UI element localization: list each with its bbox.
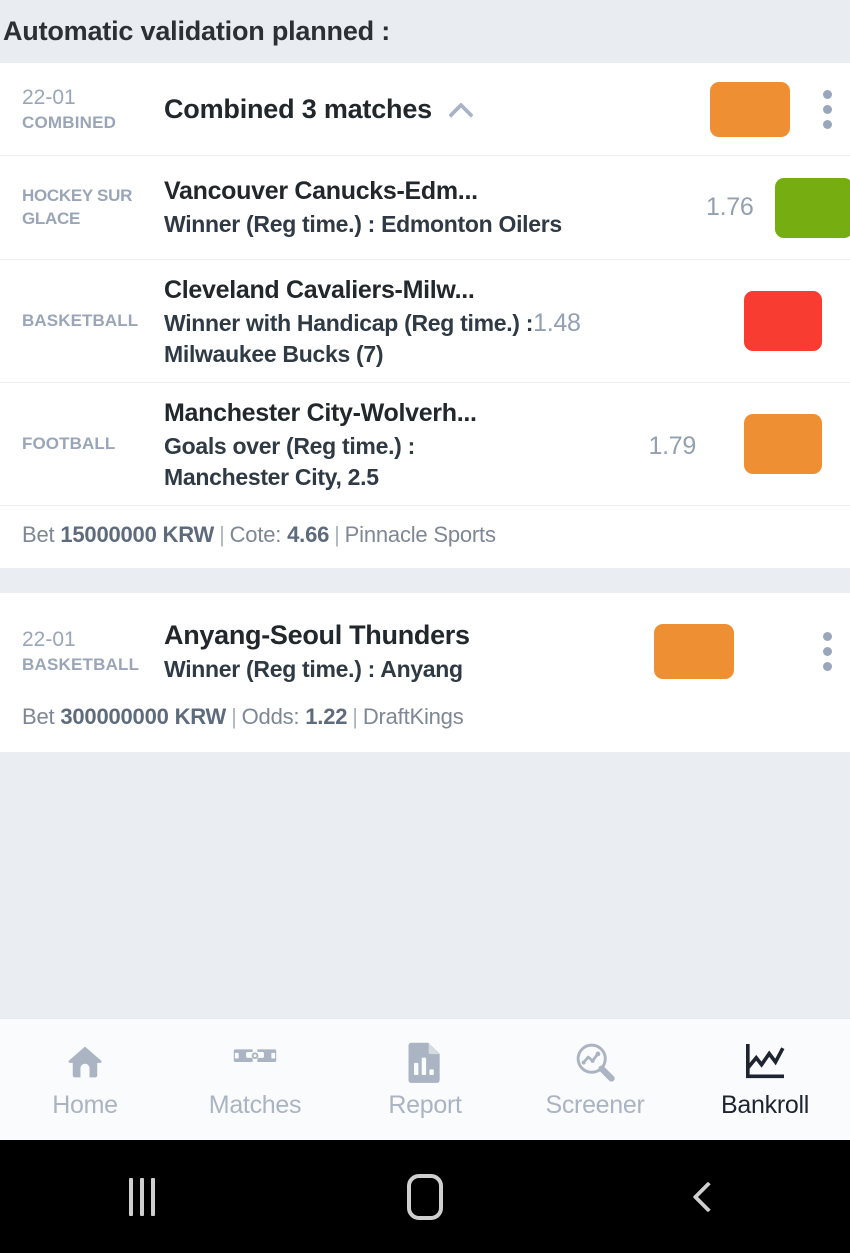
- single-category: BASKETBALL: [22, 654, 140, 674]
- nav-label-report: Report: [388, 1091, 462, 1119]
- bookmaker: Pinnacle Sports: [344, 522, 496, 547]
- combined-title-wrap[interactable]: Combined 3 matches: [164, 94, 710, 125]
- bet-label: Bet: [22, 703, 55, 729]
- match-body: Cleveland Cavaliers-Milw... Winner with …: [164, 274, 702, 368]
- system-recents-button[interactable]: [0, 1177, 283, 1216]
- combined-header-row[interactable]: 22-01 COMBINED Combined 3 matches: [0, 63, 850, 155]
- match-sport-label: HOCKEY SUR GLACE: [22, 185, 133, 228]
- match-bet-text-line2: Manchester City, 2.5: [164, 464, 379, 490]
- match-title: Manchester City-Wolverh...: [164, 399, 477, 427]
- footer-separator: |: [231, 703, 237, 729]
- home-square-icon: [406, 1173, 443, 1220]
- app-root: Automatic validation planned : 22-01 COM…: [0, 0, 850, 1253]
- match-right-block: 1.76: [702, 177, 850, 238]
- match-bet-text: Goals over (Reg time.) :: [164, 433, 415, 460]
- match-odd: 1.76: [706, 193, 754, 221]
- system-home-button[interactable]: [283, 1173, 566, 1220]
- match-body: Vancouver Canucks-Edm... Winner (Reg tim…: [164, 175, 702, 239]
- match-title: Vancouver Canucks-Edm...: [164, 177, 478, 206]
- nav-item-screener[interactable]: Screener: [510, 1019, 680, 1140]
- footer-separator-2: |: [352, 703, 358, 729]
- single-date-column: 22-01 BASKETBALL: [22, 626, 140, 676]
- match-bet-line: Goals over (Reg time.) : 1.79: [164, 430, 696, 464]
- odds-value: 1.22: [305, 703, 348, 729]
- magnifier-chart-icon: [572, 1039, 618, 1085]
- match-odd: 1.48: [533, 309, 581, 338]
- home-icon: [63, 1039, 107, 1085]
- bookmaker: DraftKings: [362, 703, 464, 729]
- combined-category: COMBINED: [22, 112, 117, 132]
- nav-item-report[interactable]: Report: [340, 1019, 510, 1140]
- combined-bet-card[interactable]: 22-01 COMBINED Combined 3 matches HOCKEY…: [0, 63, 850, 568]
- match-odd: 1.79: [648, 432, 697, 461]
- bet-label: Bet: [22, 522, 55, 547]
- line-chart-icon: [742, 1039, 788, 1085]
- match-status-swatch: [775, 177, 850, 238]
- match-bet-text-line2: Milwaukee Bucks (7): [164, 341, 384, 367]
- match-sport-label: BASKETBALL: [22, 310, 139, 330]
- match-sport-label: FOOTBALL: [22, 433, 116, 453]
- odds-label: Odds:: [241, 703, 300, 729]
- odds-value: 4.66: [287, 522, 330, 547]
- android-system-bar: [0, 1140, 850, 1253]
- match-row[interactable]: FOOTBALL Manchester City-Wolverh... Goal…: [0, 382, 850, 505]
- combined-date-column: 22-01 COMBINED: [22, 84, 138, 134]
- match-body: Manchester City-Wolverh... Goals over (R…: [164, 397, 702, 491]
- bottom-navigation: Home Matches Report Screener Bankroll: [0, 1018, 850, 1140]
- odds-label: Cote:: [229, 522, 282, 547]
- single-bet-card[interactable]: 22-01 BASKETBALL Anyang-Seoul Thunders W…: [0, 593, 850, 752]
- combined-date: 22-01: [22, 85, 76, 109]
- match-status-swatch: [744, 414, 822, 474]
- combined-status-swatch: [710, 81, 790, 137]
- chevron-up-icon[interactable]: [450, 101, 476, 117]
- match-row[interactable]: BASKETBALL Cleveland Cavaliers-Milw... W…: [0, 259, 850, 382]
- match-bet-line: Winner (Reg time.) : Edmonton Oilers: [164, 209, 696, 240]
- single-body: Anyang-Seoul Thunders Winner (Reg time.)…: [164, 617, 654, 686]
- nav-label-home: Home: [52, 1091, 118, 1119]
- match-right-block: [702, 291, 850, 351]
- match-bet-text: Winner (Reg time.) : Edmonton Oilers: [164, 210, 562, 237]
- recents-icon: [128, 1177, 155, 1216]
- nav-label-screener: Screener: [545, 1091, 645, 1119]
- single-status-swatch: [654, 623, 734, 679]
- single-title: Anyang-Seoul Thunders: [164, 620, 470, 650]
- page-header: Automatic validation planned :: [0, 0, 850, 63]
- document-chart-icon: [405, 1039, 445, 1085]
- combined-bet-footer: Bet 15000000 KRW | Cote: 4.66 | Pinnacle Spo…: [0, 505, 850, 568]
- match-bet-line: Winner with Handicap (Reg time.) : 1.48: [164, 307, 696, 341]
- nav-label-matches: Matches: [208, 1091, 302, 1119]
- single-right-block: [654, 623, 790, 679]
- match-status-swatch: [744, 291, 822, 351]
- system-back-button[interactable]: [567, 1180, 850, 1213]
- match-title: Cleveland Cavaliers-Milw...: [164, 276, 475, 304]
- footer-separator: |: [219, 522, 225, 547]
- match-right-block: [702, 414, 850, 474]
- single-card-row[interactable]: 22-01 BASKETBALL Anyang-Seoul Thunders W…: [0, 593, 850, 692]
- page-title: Automatic validation planned :: [3, 16, 391, 46]
- match-bet-text: Winner with Handicap (Reg time.) :: [164, 310, 534, 337]
- single-bet-footer: Bet 300000000 KRW | Odds: 1.22 | DraftKings: [0, 692, 850, 752]
- card-gap: [0, 568, 850, 593]
- single-date: 22-01: [22, 628, 76, 652]
- footer-separator-2: |: [334, 522, 340, 547]
- nav-item-bankroll[interactable]: Bankroll: [680, 1019, 850, 1140]
- single-bet-text: Winner (Reg time.) : Anyang: [164, 656, 463, 683]
- bet-amount: 300000000 KRW: [60, 703, 227, 729]
- combined-kebab-menu-icon[interactable]: [804, 89, 850, 129]
- nav-item-home[interactable]: Home: [0, 1019, 170, 1140]
- back-chevron-icon: [692, 1180, 724, 1213]
- bet-amount: 15000000 KRW: [60, 522, 215, 547]
- combined-title: Combined 3 matches: [164, 93, 432, 124]
- nav-item-matches[interactable]: Matches: [170, 1019, 340, 1140]
- nav-label-bankroll: Bankroll: [721, 1091, 809, 1119]
- match-row[interactable]: HOCKEY SUR GLACE Vancouver Canucks-Edm..…: [0, 155, 850, 259]
- single-kebab-menu-icon[interactable]: [804, 631, 850, 671]
- pitch-icon: [233, 1039, 277, 1085]
